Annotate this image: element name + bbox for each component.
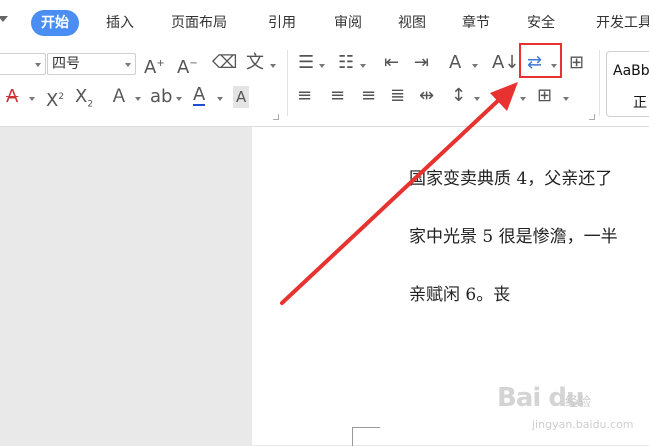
shrink-font-icon[interactable]: A− — [177, 53, 198, 79]
paragraph-dialog-launcher-icon[interactable] — [589, 114, 595, 120]
chevron-down-icon[interactable] — [474, 97, 480, 101]
highlight-color-icon[interactable]: ab — [150, 86, 172, 108]
borders-icon[interactable]: ⊞ — [537, 85, 552, 107]
font-size-value: 四号 — [52, 56, 80, 72]
bullet-list-icon[interactable]: ☰ — [298, 52, 314, 74]
style-name: 正 — [633, 95, 647, 111]
tab-developer-tools[interactable]: 开发工具 — [596, 10, 649, 36]
tab-references[interactable]: 引用 — [268, 10, 296, 36]
style-sample-text: AaBb — [613, 63, 649, 79]
tab-page-layout[interactable]: 页面布局 — [171, 10, 227, 36]
align-left-icon[interactable]: ≡ — [297, 85, 312, 107]
font-color-icon[interactable]: A — [193, 86, 206, 106]
document-line: 亲赋闲 6。丧 — [409, 285, 511, 305]
tab-view[interactable]: 视图 — [398, 10, 426, 36]
chevron-down-icon[interactable] — [472, 64, 478, 68]
page-corner-mark — [352, 427, 380, 446]
chevron-down-icon[interactable] — [176, 97, 182, 101]
chevron-down-icon[interactable] — [270, 64, 276, 68]
tab-insert[interactable]: 插入 — [106, 10, 134, 36]
justify-icon[interactable]: ≣ — [390, 85, 405, 107]
increase-indent-icon[interactable]: ⇥ — [414, 52, 429, 74]
subscript-icon[interactable]: X2 — [75, 86, 93, 116]
superscript-icon[interactable]: X2 — [46, 86, 64, 112]
style-gallery-normal[interactable]: AaBb 正 — [606, 51, 649, 117]
numbered-list-icon[interactable]: ☷ — [338, 52, 354, 74]
distribute-icon[interactable]: ⇹ — [419, 85, 434, 107]
grow-font-icon[interactable]: A+ — [144, 53, 165, 79]
chevron-down-icon[interactable] — [319, 64, 325, 68]
strikethrough-icon[interactable]: A — [6, 86, 18, 108]
chevron-down-icon[interactable] — [35, 63, 41, 67]
clear-format-icon[interactable]: ⌫ — [212, 52, 237, 74]
tab-security[interactable]: 安全 — [527, 10, 555, 36]
chevron-down-icon[interactable] — [563, 97, 569, 101]
tab-home[interactable]: 开始 — [31, 10, 79, 36]
chevron-down-icon[interactable] — [217, 97, 223, 101]
font-name-combo[interactable] — [0, 53, 46, 75]
align-right-icon[interactable]: ≡ — [361, 85, 376, 107]
chevron-down-icon[interactable] — [125, 63, 131, 67]
text-effect-icon[interactable]: Ａ — [110, 86, 128, 108]
chevron-down-icon[interactable] — [135, 97, 141, 101]
decrease-indent-icon[interactable]: ⇤ — [384, 52, 399, 74]
chevron-down-icon[interactable] — [29, 97, 35, 101]
document-line: 家中光景 5 很是惨澹，一半 — [409, 227, 618, 247]
char-shading-icon[interactable]: A — [233, 86, 250, 108]
sort-icon[interactable]: A↓ — [492, 52, 519, 74]
align-center-icon[interactable]: ≡ — [330, 85, 345, 107]
baidu-watermark-sub: 经验 — [565, 395, 592, 410]
text-direction-icon[interactable]: A — [449, 52, 461, 74]
chevron-down-icon[interactable] — [520, 97, 526, 101]
font-size-combo[interactable]: 四号 — [47, 53, 136, 75]
phonetic-guide-icon[interactable]: 文 — [246, 52, 264, 74]
line-spacing-icon[interactable]: ↕ — [451, 85, 466, 107]
group-divider — [287, 50, 288, 116]
tab-section[interactable]: 章节 — [462, 10, 490, 36]
font-dialog-launcher-icon[interactable] — [273, 114, 279, 120]
chevron-down-icon[interactable] — [0, 16, 8, 22]
chevron-down-icon[interactable] — [360, 64, 366, 68]
highlight-box — [519, 43, 562, 78]
ribbon-tab-bar: 开始 插入 页面布局 引用 审阅 视图 章节 安全 开发工具 — [0, 0, 649, 44]
document-line: 国家变卖典质 4，父亲还了 — [409, 169, 613, 189]
baidu-watermark-url: jingyan.baidu.com — [532, 418, 634, 431]
shading-fill-icon[interactable]: ◇ — [497, 85, 511, 107]
group-divider — [599, 50, 600, 116]
tab-review[interactable]: 审阅 — [334, 10, 362, 36]
table-layout-icon[interactable]: ⊞ — [569, 52, 584, 74]
